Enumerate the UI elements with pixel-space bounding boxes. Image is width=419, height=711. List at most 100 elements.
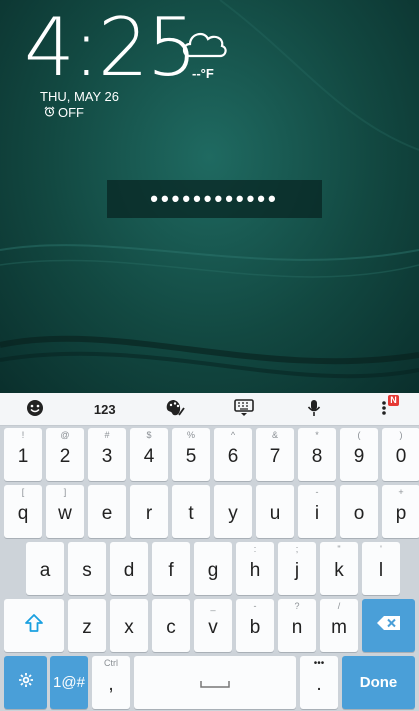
key-n[interactable]: ? n xyxy=(278,599,316,652)
keyboard-icon xyxy=(234,398,255,420)
emoji-button[interactable] xyxy=(0,393,70,425)
key-hint: $ xyxy=(146,430,152,440)
key-label: g xyxy=(207,560,219,581)
key-e[interactable]: e xyxy=(88,485,126,538)
key-w[interactable]: ] w xyxy=(46,485,84,538)
key-a[interactable]: a xyxy=(26,542,64,595)
key-label: 0 xyxy=(395,446,407,467)
key-label: s xyxy=(82,560,92,581)
key-hint: % xyxy=(186,430,195,440)
key-hint: _ xyxy=(210,601,216,611)
key-c[interactable]: c xyxy=(152,599,190,652)
voice-input-button[interactable] xyxy=(279,393,349,425)
key-b[interactable]: -b xyxy=(236,599,274,652)
key-6[interactable]: ^ 6 xyxy=(214,428,252,481)
key-8[interactable]: * 8 xyxy=(298,428,336,481)
space-bar-icon xyxy=(200,672,230,694)
keyboard-switch-button[interactable] xyxy=(209,393,279,425)
period-label: . xyxy=(316,674,322,695)
comma-label: , xyxy=(108,674,114,695)
key-h[interactable]: :h xyxy=(236,542,274,595)
key-label: u xyxy=(269,503,281,524)
key-2[interactable]: @2 xyxy=(46,428,84,481)
key-3[interactable]: #3 xyxy=(88,428,126,481)
symbols-key[interactable]: 1@# xyxy=(50,656,88,709)
space-key[interactable] xyxy=(134,656,296,709)
settings-key[interactable] xyxy=(4,656,47,709)
key-hint: # xyxy=(104,430,110,440)
backspace-key[interactable] xyxy=(362,599,415,652)
key-i[interactable]: -i xyxy=(298,485,336,538)
key-f[interactable]: f xyxy=(152,542,190,595)
key-x[interactable]: x xyxy=(110,599,148,652)
key-k[interactable]: " k xyxy=(320,542,358,595)
comma-key[interactable]: Ctrl , xyxy=(92,656,130,709)
key-label: t xyxy=(188,503,194,524)
shift-arrow-icon xyxy=(24,613,44,639)
key-label: 2 xyxy=(59,446,71,467)
key-hint: / xyxy=(337,601,341,611)
period-key[interactable]: ••• . xyxy=(300,656,338,709)
theme-button[interactable] xyxy=(140,393,210,425)
key-hint: - xyxy=(315,487,319,497)
key-1[interactable]: ! 1 xyxy=(4,428,42,481)
key-label: l xyxy=(378,560,384,581)
numbers-button[interactable]: 123 xyxy=(70,393,140,425)
key-5[interactable]: % 5 xyxy=(172,428,210,481)
key-label: 4 xyxy=(143,446,155,467)
key-t[interactable]: t xyxy=(172,485,210,538)
key-hint: + xyxy=(398,487,404,497)
key-hint: * xyxy=(315,430,319,440)
key-m[interactable]: / m xyxy=(320,599,358,652)
temperature: --°F xyxy=(192,66,214,81)
key-label: q xyxy=(17,503,29,524)
key-hint: ! xyxy=(21,430,25,440)
key-label: a xyxy=(39,560,51,581)
lock-screen: 4:25 --°F THU, MAY 26 OFF •••••••••••• xyxy=(0,0,419,393)
key-label: n xyxy=(291,617,303,638)
key-hint: " xyxy=(337,544,341,554)
key-s[interactable]: s xyxy=(68,542,106,595)
key-label: p xyxy=(395,503,407,524)
key-q[interactable]: [q xyxy=(4,485,42,538)
keyboard-toolbar: 123 N xyxy=(0,393,419,426)
key-v[interactable]: _ v xyxy=(194,599,232,652)
key-label: x xyxy=(124,617,134,638)
key-label: 8 xyxy=(311,446,323,467)
shift-key[interactable] xyxy=(4,599,64,652)
key-d[interactable]: d xyxy=(110,542,148,595)
key-label: h xyxy=(249,560,261,581)
password-field[interactable]: •••••••••••• xyxy=(107,180,322,218)
key-y[interactable]: y xyxy=(214,485,252,538)
key-g[interactable]: g xyxy=(194,542,232,595)
key-hint: - xyxy=(253,601,257,611)
key-label: o xyxy=(353,503,365,524)
clock-time: 4:25 xyxy=(24,1,198,94)
key-4[interactable]: $4 xyxy=(130,428,168,481)
key-label: 6 xyxy=(227,446,239,467)
key-hint: & xyxy=(271,430,278,440)
date-label: THU, MAY 26 xyxy=(40,89,119,104)
key-u[interactable]: u xyxy=(256,485,294,538)
key-z[interactable]: z xyxy=(68,599,106,652)
key-0[interactable]: ) 0 xyxy=(382,428,419,481)
key-o[interactable]: o xyxy=(340,485,378,538)
key-hint: ] xyxy=(63,487,67,497)
key-r[interactable]: r xyxy=(130,485,168,538)
key-label: r xyxy=(145,503,153,524)
more-options-button[interactable]: N xyxy=(349,393,419,425)
cloud-icon xyxy=(180,26,228,65)
key-label: y xyxy=(228,503,238,524)
emoji-icon xyxy=(26,399,44,420)
key-label: 9 xyxy=(353,446,365,467)
microphone-icon xyxy=(307,399,321,420)
key-l[interactable]: ' l xyxy=(362,542,400,595)
key-7[interactable]: & 7 xyxy=(256,428,294,481)
key-9[interactable]: (9 xyxy=(340,428,378,481)
key-label: k xyxy=(334,560,344,581)
theme-palette-icon xyxy=(165,399,185,420)
function-row: 1@# Ctrl , ••• . Done xyxy=(0,656,419,709)
key-p[interactable]: + p xyxy=(382,485,419,538)
key-j[interactable]: ; j xyxy=(278,542,316,595)
done-key[interactable]: Done xyxy=(342,656,415,709)
